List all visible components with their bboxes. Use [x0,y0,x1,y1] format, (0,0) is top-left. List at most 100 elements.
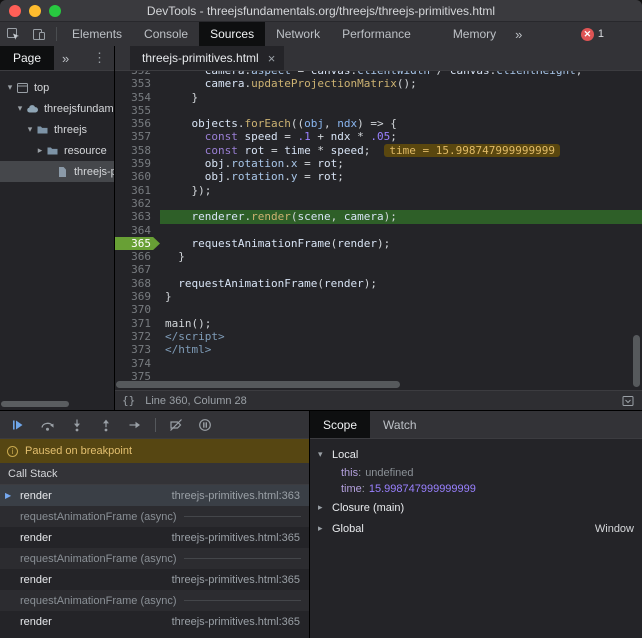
scrollbar-thumb[interactable] [1,401,69,407]
scope-section-global[interactable]: ▸GlobalWindow [310,518,642,539]
minimize-window-button[interactable] [29,5,41,17]
code-text[interactable] [160,303,642,316]
line-number[interactable]: 371 [115,317,160,330]
call-stack-frame[interactable]: renderthreejs-primitives.html:365 [0,611,309,632]
code-text[interactable]: } [160,91,642,104]
breakpoint-badge[interactable]: 365 [115,237,160,250]
close-window-button[interactable] [9,5,21,17]
tab-scope[interactable]: Scope [310,411,370,438]
scope-variable-this[interactable]: this:undefined [310,465,642,481]
sidebar-item-threejsfundamentar[interactable]: ▾ threejsfundamentar [0,98,114,119]
tree-expanded-icon[interactable]: ▾ [14,103,26,114]
tab-performance[interactable]: Performance [331,22,422,46]
scope-section-local[interactable]: ▾Local [310,444,642,465]
editor-vertical-scrollbar[interactable] [633,335,640,387]
scope-variable-time[interactable]: time:15.998747999999999 [310,481,642,497]
sidebar-item-resource[interactable]: ▸resource [0,140,114,161]
inspect-icon[interactable] [0,22,26,46]
code-text[interactable]: } [160,250,642,263]
line-number[interactable]: 364 [115,224,160,237]
code-text[interactable]: obj.rotation.x = rot; [160,157,642,170]
line-number[interactable]: 354 [115,91,160,104]
tree-expanded-icon[interactable]: ▾ [24,124,36,135]
deactivate-breakpoints-button[interactable] [169,418,183,432]
code-text[interactable]: requestAnimationFrame(render); [160,237,642,250]
code-text[interactable] [160,263,642,276]
device-toolbar-icon[interactable] [26,22,52,46]
line-number[interactable]: 366 [115,250,160,263]
code-text[interactable] [160,224,642,237]
line-number[interactable]: 362 [115,197,160,210]
code-token: (); [397,77,417,90]
line-number[interactable]: 372 [115,330,160,343]
code-text[interactable] [160,197,642,210]
navigator-menu-icon[interactable]: ⋮ [85,46,114,70]
pause-on-exceptions-button[interactable] [198,418,212,432]
code-text[interactable]: camera.updateProjectionMatrix(); [160,77,642,90]
line-number[interactable]: 357 [115,130,160,143]
tab-sources[interactable]: Sources [199,22,265,46]
code-text[interactable]: </script> [160,330,642,343]
step-over-button[interactable] [40,418,55,432]
tab-watch[interactable]: Watch [370,411,430,438]
close-tab-icon[interactable]: × [268,51,276,66]
tab-network[interactable]: Network [265,22,331,46]
line-number[interactable]: 353 [115,77,160,90]
step-button[interactable] [128,418,142,432]
resume-button[interactable] [11,418,25,432]
call-stack-frame[interactable]: renderthreejs-primitives.html:365 [0,569,309,590]
code-text[interactable]: renderer.render(scene, camera); [160,210,642,223]
code-text[interactable]: obj.rotation.y = rot; [160,170,642,183]
sidebar-item-threejs-p[interactable]: threejs-p [0,161,114,182]
tab-memory[interactable]: Memory [442,22,507,46]
navigator-more-tabs-button[interactable]: » [54,46,77,70]
code-token: render [337,237,377,250]
line-number[interactable]: 369 [115,290,160,303]
tree-expanded-icon[interactable]: ▾ [4,82,16,93]
sidebar-horizontal-scrollbar[interactable] [0,400,114,410]
code-text[interactable]: objects.forEach((obj, ndx) => { [160,117,642,130]
tree-collapsed-icon[interactable]: ▸ [34,145,46,156]
pretty-print-icon[interactable]: {} [122,394,135,407]
code-text[interactable]: } [160,290,642,303]
line-number[interactable]: 355 [115,104,160,117]
line-number[interactable]: 373 [115,343,160,356]
line-number[interactable]: 358 [115,144,160,157]
call-stack-frame[interactable]: renderthreejs-primitives.html:365 [0,527,309,548]
scope-section-closure-main[interactable]: ▸Closure (main) [310,497,642,518]
line-number[interactable]: 359 [115,157,160,170]
more-panels-button[interactable]: » [507,22,530,46]
step-into-button[interactable] [70,418,84,432]
code-text[interactable]: main(); [160,317,642,330]
file-tab[interactable]: threejs-primitives.html × [130,46,284,70]
call-stack-frame[interactable]: ▶renderthreejs-primitives.html:363 [0,485,309,506]
expand-panel-icon[interactable] [621,394,635,408]
tree-item-label: threejsfundamentar [44,103,114,115]
code-text[interactable]: const speed = .1 + ndx * .05; [160,130,642,143]
error-count-badge[interactable]: ✕ 1 [581,22,604,46]
sidebar-item-top[interactable]: ▾top [0,77,114,98]
code-text[interactable] [160,104,642,117]
step-out-button[interactable] [99,418,113,432]
code-text[interactable] [160,357,642,370]
line-number[interactable]: 360 [115,170,160,183]
code-text[interactable]: const rot = time * speed;time = 15.99874… [160,144,642,157]
code-text[interactable]: </html> [160,343,642,356]
line-number[interactable]: 361 [115,184,160,197]
code-text[interactable]: }); [160,184,642,197]
line-number[interactable]: 367 [115,263,160,276]
sidebar-item-threejs[interactable]: ▾threejs [0,119,114,140]
tab-elements[interactable]: Elements [61,22,133,46]
line-number[interactable]: 356 [115,117,160,130]
line-number[interactable]: 363 [115,210,160,223]
line-number[interactable]: 368 [115,277,160,290]
tab-page[interactable]: Page [0,46,54,70]
tab-console[interactable]: Console [133,22,199,46]
cloud-icon [26,103,40,115]
line-number[interactable]: 374 [115,357,160,370]
code-text[interactable]: requestAnimationFrame(render); [160,277,642,290]
zoom-window-button[interactable] [49,5,61,17]
devtools-window: DevTools - threejsfundamentals.org/three… [0,0,642,638]
line-number[interactable]: 370 [115,303,160,316]
editor-horizontal-scrollbar[interactable] [116,381,400,388]
